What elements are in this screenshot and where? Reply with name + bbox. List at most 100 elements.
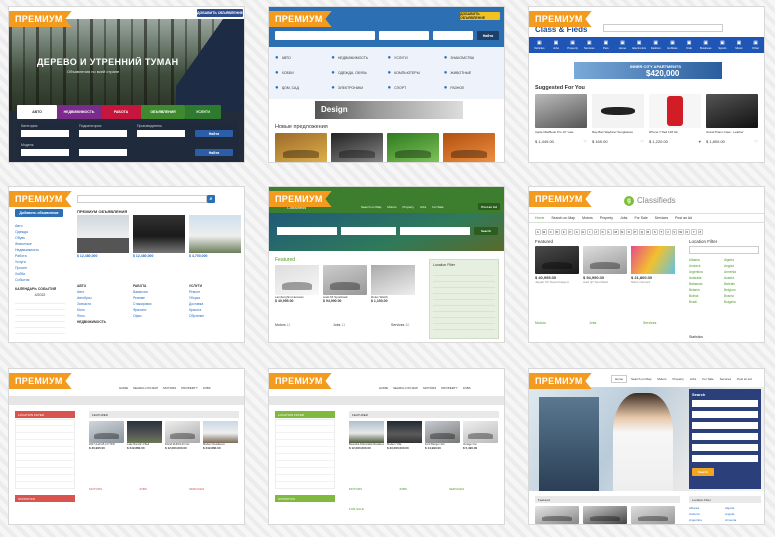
nav-item[interactable]: ▣ Fashion <box>648 40 663 50</box>
category-item[interactable]: ● ДОМ, САД <box>275 80 331 95</box>
offer-thumb[interactable] <box>443 133 495 162</box>
letter-button[interactable]: E <box>561 229 567 235</box>
menu-item[interactable]: Jobs <box>688 376 698 382</box>
add-ad-button[interactable]: ДОБАВИТЬ ОБЪЯВЛЕНИЕ <box>197 9 243 17</box>
category-select[interactable] <box>341 227 396 235</box>
letter-button[interactable]: I <box>587 229 593 235</box>
nav-item[interactable]: ▣ Sports <box>715 40 730 50</box>
listing-preview-1[interactable]: ПРЕМИУМ ДОБАВИТЬ ОБЪЯВЛЕНИЕ ДЕРЕВО И УТР… <box>8 6 245 163</box>
category-item[interactable]: ● ОДЕЖДА, ОБУВЬ <box>331 66 387 81</box>
category-link[interactable]: SERVICES <box>449 487 481 491</box>
listing-card[interactable]: DANA RUDOLFO GL $ 12,000,000.00 <box>165 421 200 450</box>
country-link[interactable]: Bulgaria <box>724 299 759 305</box>
product-card[interactable]: iPhone 7 Red 128 Gb $ 1,220.00 ♥ <box>649 94 701 144</box>
maker-select[interactable] <box>137 130 185 137</box>
category-item[interactable]: ● ЖИВОТНЫЕ <box>444 66 500 81</box>
keyword-input[interactable] <box>692 455 758 462</box>
search-input[interactable] <box>77 195 207 203</box>
category-item[interactable]: ● ЭЛЕКТРОНИКА <box>331 80 387 95</box>
listing-preview-6[interactable]: ПРЕМИУМ g Classifieds Home Search on Map M… <box>528 186 765 343</box>
category-item[interactable]: ● СПОРТ <box>388 80 444 95</box>
location-list[interactable] <box>15 419 75 489</box>
menu-item[interactable]: Motors <box>582 216 593 220</box>
category-item[interactable]: ● ХОББИ <box>275 66 331 81</box>
listing-card[interactable]: Vintage Car $ 5,490.00 <box>463 421 498 450</box>
menu-item[interactable]: PROPERTY <box>181 386 197 390</box>
listing-card[interactable] <box>535 506 579 524</box>
category-select[interactable] <box>379 31 429 40</box>
category-link[interactable]: MOTORS <box>89 487 121 491</box>
letter-button[interactable]: T <box>658 229 664 235</box>
listing-card[interactable] <box>583 506 627 524</box>
offer-thumb[interactable] <box>331 133 383 162</box>
menu-item[interactable]: Home <box>611 375 628 383</box>
country-link[interactable]: Argentina <box>689 517 725 523</box>
listing-card[interactable]: Audi A5 Sportback $ 94,990.00 <box>323 265 367 303</box>
letter-button[interactable]: R <box>645 229 651 235</box>
model-select[interactable] <box>21 149 69 156</box>
letter-button[interactable]: J <box>593 229 599 235</box>
site-logo[interactable]: Classifieds <box>637 196 676 205</box>
menu-item[interactable]: MOTORS <box>423 386 436 390</box>
category-column[interactable]: Motors 11 <box>275 323 319 327</box>
letter-button[interactable]: U <box>665 229 671 235</box>
search-input[interactable] <box>275 31 375 40</box>
letter-button[interactable]: H <box>580 229 586 235</box>
letter-button[interactable]: Q <box>639 229 645 235</box>
listing-card[interactable]: $ 40,995.00 Jaguar XF Supercharged <box>535 246 579 284</box>
city-select[interactable] <box>692 422 758 429</box>
nav-item[interactable]: ▣ Vehicles <box>532 40 547 50</box>
nav-item[interactable]: ▣ Home <box>615 40 630 50</box>
letter-button[interactable]: G <box>574 229 580 235</box>
letter-button[interactable]: B <box>541 229 547 235</box>
letter-button[interactable]: Y <box>691 229 697 235</box>
category-item[interactable]: ● НЕДВИЖИМОСТЬ <box>331 51 387 66</box>
country-link[interactable]: Armenia <box>725 517 761 523</box>
listing-card[interactable]: Modern Villa $ 33,000,000.00 <box>387 421 422 450</box>
category-select[interactable] <box>21 130 69 137</box>
menu-item[interactable]: JOBS <box>463 386 471 390</box>
menu-item[interactable]: Jobs <box>420 205 426 209</box>
menu-item[interactable]: Post an Ad <box>735 376 754 382</box>
location-select[interactable] <box>400 227 470 235</box>
menu-item[interactable]: For Sale <box>432 205 443 209</box>
category-link[interactable]: Motors <box>535 321 575 325</box>
listing-card[interactable]: $ 4,700,000 <box>189 215 241 258</box>
letter-button[interactable]: L <box>606 229 612 235</box>
nav-item[interactable]: ▣ Electronics <box>632 40 647 50</box>
menu-item[interactable]: For Sale <box>700 376 715 382</box>
listing-preview-8[interactable]: ПРЕМИУМ HOME SEARCH ON MAP MOTORS PROPERTY J… <box>268 368 505 525</box>
letter-button[interactable]: X <box>684 229 690 235</box>
letter-button[interactable]: O <box>626 229 632 235</box>
listing-preview-2[interactable]: ПРЕМИУМ ДОБАВИТЬ ОБЪЯВЛЕНИЕ Найти ● АВТО … <box>268 6 505 163</box>
category-column[interactable]: Jobs 11 <box>333 323 377 327</box>
location-list[interactable] <box>275 419 335 489</box>
category-link[interactable]: Services <box>643 321 683 325</box>
letter-button[interactable]: F <box>567 229 573 235</box>
menu-item[interactable]: HOME <box>379 386 388 390</box>
offer-thumb[interactable] <box>387 133 439 162</box>
nav-item[interactable]: ▣ Other <box>748 40 763 50</box>
offer-thumb[interactable] <box>275 133 327 162</box>
letter-bar[interactable] <box>269 396 504 405</box>
menu-item[interactable]: For Sale <box>634 216 647 220</box>
menu-item[interactable]: HOME <box>119 386 128 390</box>
listing-preview-9[interactable]: ПРЕМИУМ Home Search on Map Motors Property J… <box>528 368 765 525</box>
sidebar-item[interactable]: События <box>15 277 65 283</box>
listing-card[interactable]: Lamborghini Huracan $ 40,995.00 <box>275 265 319 303</box>
menu-item[interactable]: SEARCH ON MAP <box>133 386 158 390</box>
letter-button[interactable]: M <box>613 229 619 235</box>
region-select[interactable] <box>692 411 758 418</box>
year-select[interactable] <box>79 149 127 156</box>
listing-preview-4[interactable]: ПРЕМИУМ ⌕ Добавить объявление Авто Одежд… <box>8 186 245 343</box>
menu-item[interactable]: Home <box>535 216 544 220</box>
search-button[interactable]: Search <box>474 227 498 235</box>
category-item[interactable]: ● АВТО <box>275 51 331 66</box>
product-card[interactable]: Grand Piano Case - Leather $ 1,800.00 ♡ <box>706 94 758 144</box>
nav-item[interactable]: ▣ Business <box>698 40 713 50</box>
letter-button[interactable]: D <box>554 229 560 235</box>
tab-auto[interactable]: АВТО <box>17 105 57 119</box>
menu-item[interactable]: SEARCH ON MAP <box>393 386 418 390</box>
category-item[interactable]: ● РАЗНОЕ <box>444 80 500 95</box>
listing-card[interactable]: Modern Residence $ 242,880.00 <box>203 421 238 450</box>
